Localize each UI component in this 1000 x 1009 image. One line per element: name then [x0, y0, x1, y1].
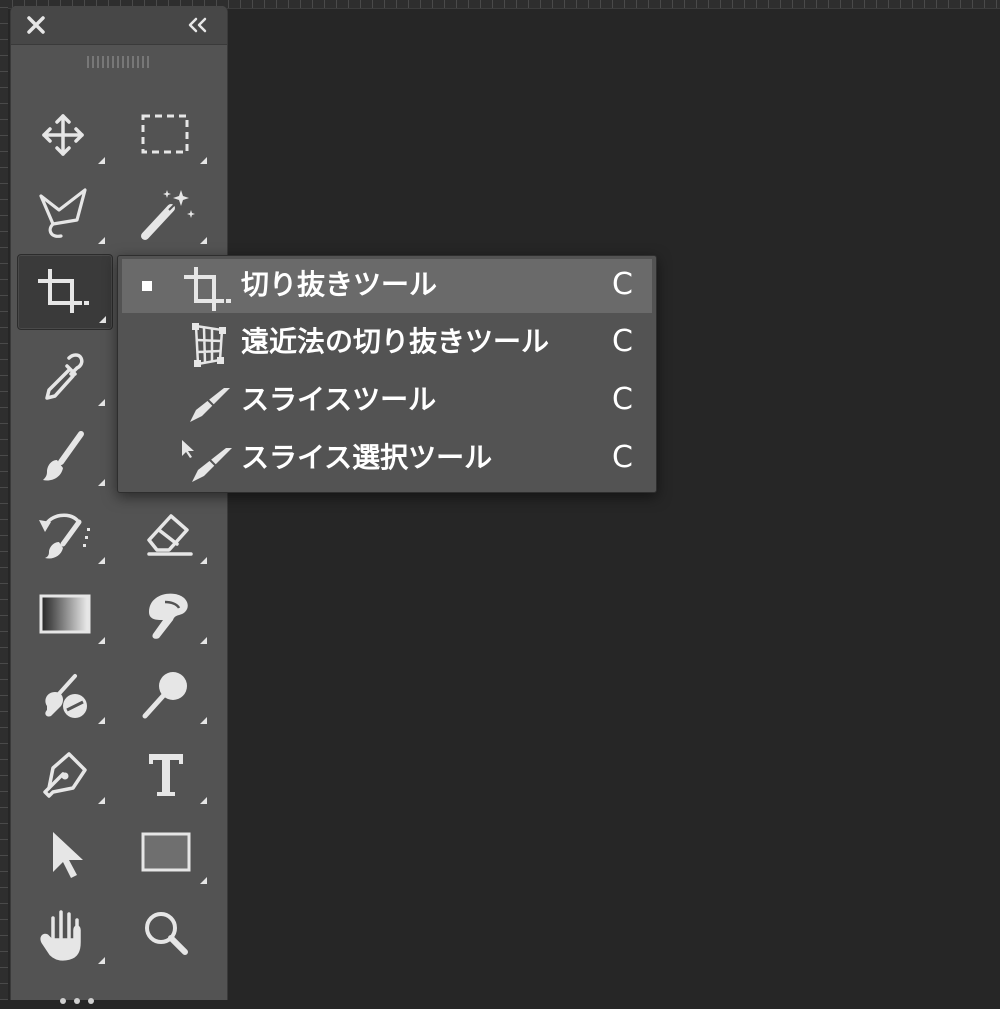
menu-item-label: スライスツール: [241, 383, 437, 416]
gradient-tool[interactable]: [17, 580, 111, 650]
pen-icon: [43, 752, 87, 798]
type-tool[interactable]: [119, 740, 213, 810]
crop-icon: [38, 269, 89, 313]
smudge-tool[interactable]: [119, 580, 213, 650]
zoom-icon: [145, 912, 188, 955]
eyedropper-tool[interactable]: [17, 342, 111, 412]
brush-icon: [43, 431, 84, 481]
lasso-icon: [39, 188, 87, 238]
crop-icon: [184, 267, 231, 311]
magic-wand-icon: [141, 190, 195, 240]
eraser-tool[interactable]: [119, 500, 213, 570]
menu-item-shortcut: C: [612, 440, 633, 475]
type-icon: [149, 754, 183, 796]
double-chevron-left-icon[interactable]: [183, 12, 213, 38]
menu-item-label: スライス選択ツール: [241, 441, 493, 474]
hand-icon: [40, 910, 81, 961]
burn-tool[interactable]: [17, 660, 111, 730]
menu-item-label: 遠近法の切り抜きツール: [241, 325, 550, 358]
gradient-icon: [39, 594, 91, 634]
eraser-icon: [147, 514, 193, 556]
menu-item-label: 切り抜きツール: [241, 268, 438, 301]
close-icon[interactable]: [23, 12, 49, 38]
dodge-icon: [142, 672, 187, 719]
marquee-icon: [141, 114, 189, 154]
menu-item-shortcut: C: [612, 382, 633, 417]
history-brush-tool[interactable]: [17, 500, 111, 570]
smudge-icon: [149, 593, 188, 639]
rectangle-tool[interactable]: [119, 820, 213, 890]
tools-panel: [10, 6, 228, 1004]
hand-tool[interactable]: [17, 900, 111, 970]
move-tool[interactable]: [17, 100, 111, 170]
magic-wand-tool[interactable]: [119, 180, 213, 250]
burn-icon: [45, 674, 87, 718]
panel-grip[interactable]: [87, 56, 149, 68]
arrow-icon: [53, 832, 83, 878]
slice-select-icon: [182, 440, 232, 482]
brush-tool[interactable]: [17, 422, 111, 492]
menu-item-slice-select-tool[interactable]: スライス選択ツール C: [122, 432, 652, 486]
move-icon: [42, 114, 84, 156]
pen-tool[interactable]: [17, 740, 111, 810]
more-tools-icon[interactable]: [49, 990, 109, 1004]
slice-icon: [190, 388, 230, 422]
rectangle-icon: [141, 832, 191, 872]
eyedropper-icon: [45, 353, 84, 400]
perspective-crop-icon: [192, 323, 226, 367]
history-brush-icon: [39, 513, 90, 559]
menu-item-perspective-crop-tool[interactable]: 遠近法の切り抜きツール C: [122, 316, 652, 370]
crop-tool-flyout-menu: 切り抜きツール C 遠近法の切り抜きツール C スライスツール C スライス選択…: [117, 255, 657, 493]
menu-item-slice-tool[interactable]: スライスツール C: [122, 374, 652, 428]
left-ruler: [0, 0, 8, 1000]
dodge-tool[interactable]: [119, 660, 213, 730]
current-tool-indicator: [142, 281, 152, 291]
menu-item-shortcut: C: [612, 267, 633, 302]
rectangular-marquee-tool[interactable]: [119, 100, 213, 170]
path-selection-tool[interactable]: [17, 820, 111, 890]
menu-item-crop-tool[interactable]: 切り抜きツール C: [122, 259, 652, 313]
menu-item-shortcut: C: [612, 324, 633, 359]
lasso-tool[interactable]: [17, 180, 111, 250]
tools-panel-header: [11, 6, 227, 45]
zoom-tool[interactable]: [119, 900, 213, 970]
crop-tool[interactable]: [17, 254, 113, 330]
